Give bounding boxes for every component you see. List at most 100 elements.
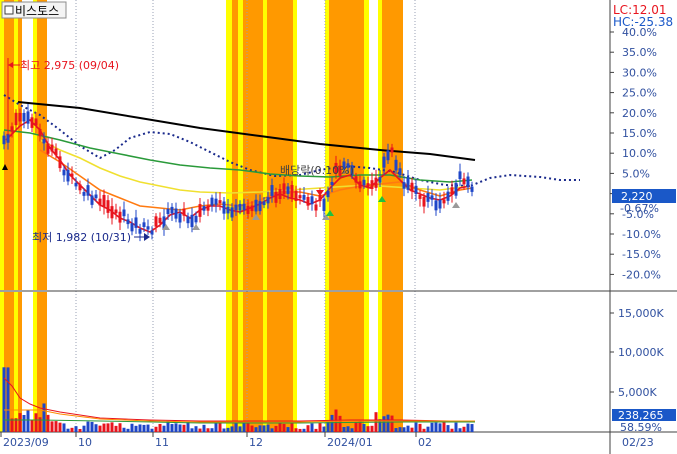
candle-body[interactable] bbox=[290, 185, 294, 198]
candle-body[interactable] bbox=[58, 156, 62, 169]
volume-bar[interactable] bbox=[370, 425, 374, 432]
volume-bar[interactable] bbox=[118, 423, 122, 432]
volume-bar[interactable] bbox=[70, 427, 74, 432]
candle-body[interactable] bbox=[442, 199, 446, 204]
volume-bar[interactable] bbox=[218, 422, 222, 432]
volume-bar[interactable] bbox=[310, 423, 314, 432]
candle-body[interactable] bbox=[218, 200, 222, 204]
candle-body[interactable] bbox=[314, 204, 318, 211]
candle-body[interactable] bbox=[426, 193, 430, 202]
volume-bar[interactable] bbox=[250, 425, 254, 432]
candle-body[interactable] bbox=[54, 148, 58, 156]
candle-body[interactable] bbox=[226, 206, 230, 214]
candle-body[interactable] bbox=[266, 197, 270, 204]
volume-bar[interactable] bbox=[130, 423, 134, 432]
volume-bar[interactable] bbox=[150, 428, 154, 432]
candle-body[interactable] bbox=[230, 207, 234, 218]
candle-body[interactable] bbox=[122, 209, 126, 217]
candle-body[interactable] bbox=[430, 195, 434, 200]
volume-bar[interactable] bbox=[470, 424, 474, 432]
volume-bar[interactable] bbox=[446, 425, 450, 432]
volume-bar[interactable] bbox=[262, 425, 266, 432]
candle-body[interactable] bbox=[294, 190, 298, 201]
candle-body[interactable] bbox=[126, 219, 130, 225]
volume-bar[interactable] bbox=[82, 425, 86, 432]
volume-bar[interactable] bbox=[202, 424, 206, 432]
candle-body[interactable] bbox=[34, 118, 38, 126]
volume-bar[interactable] bbox=[350, 428, 354, 432]
volume-bar[interactable] bbox=[106, 423, 110, 432]
candle-body[interactable] bbox=[274, 191, 278, 203]
candle-body[interactable] bbox=[74, 182, 78, 187]
volume-bar[interactable] bbox=[214, 422, 218, 432]
candle-body[interactable] bbox=[370, 180, 374, 189]
candle-body[interactable] bbox=[190, 214, 194, 228]
candle-body[interactable] bbox=[246, 205, 250, 214]
candle-body[interactable] bbox=[326, 190, 330, 198]
candle-body[interactable] bbox=[402, 182, 406, 189]
candle-body[interactable] bbox=[30, 117, 34, 128]
volume-bar[interactable] bbox=[162, 425, 166, 432]
volume-bar[interactable] bbox=[342, 426, 346, 432]
volume-bar[interactable] bbox=[6, 367, 10, 432]
candle-body[interactable] bbox=[270, 185, 274, 196]
volume-bar[interactable] bbox=[206, 428, 210, 432]
candle-body[interactable] bbox=[166, 208, 170, 215]
volume-bar[interactable] bbox=[182, 424, 186, 432]
volume-bar[interactable] bbox=[94, 424, 98, 432]
candle-body[interactable] bbox=[90, 195, 94, 205]
volume-bar[interactable] bbox=[362, 423, 366, 432]
candle-body[interactable] bbox=[150, 230, 154, 235]
volume-bar[interactable] bbox=[402, 427, 406, 432]
volume-bar[interactable] bbox=[450, 428, 454, 432]
volume-bar[interactable] bbox=[278, 422, 282, 432]
candle-body[interactable] bbox=[454, 182, 458, 196]
candle-body[interactable] bbox=[434, 200, 438, 211]
candle-body[interactable] bbox=[142, 222, 146, 227]
candle-body[interactable] bbox=[154, 216, 158, 227]
candle-body[interactable] bbox=[470, 186, 474, 192]
volume-bar[interactable] bbox=[322, 426, 326, 432]
volume-bar[interactable] bbox=[26, 409, 30, 432]
candle-body[interactable] bbox=[406, 177, 410, 190]
candle-body[interactable] bbox=[46, 143, 50, 154]
candle-body[interactable] bbox=[6, 133, 10, 143]
volume-bar[interactable] bbox=[50, 421, 54, 432]
volume-bar[interactable] bbox=[294, 428, 298, 432]
volume-bar[interactable] bbox=[30, 420, 34, 432]
volume-bar[interactable] bbox=[10, 418, 14, 432]
candle-body[interactable] bbox=[358, 181, 362, 189]
candle-body[interactable] bbox=[38, 128, 42, 137]
volume-bar[interactable] bbox=[42, 403, 46, 432]
volume-bar[interactable] bbox=[86, 421, 90, 432]
candle-body[interactable] bbox=[390, 147, 394, 153]
volume-bar[interactable] bbox=[210, 428, 214, 432]
candle-body[interactable] bbox=[238, 203, 242, 211]
volume-bar[interactable] bbox=[198, 428, 202, 432]
volume-bar[interactable] bbox=[194, 426, 198, 432]
volume-bar[interactable] bbox=[226, 427, 230, 432]
volume-bar[interactable] bbox=[430, 422, 434, 432]
candle-body[interactable] bbox=[258, 201, 262, 212]
volume-bar[interactable] bbox=[282, 423, 286, 432]
volume-bar[interactable] bbox=[390, 415, 394, 432]
candle-body[interactable] bbox=[14, 112, 18, 126]
volume-bar[interactable] bbox=[134, 425, 138, 432]
volume-bar[interactable] bbox=[142, 424, 146, 432]
volume-bar[interactable] bbox=[426, 426, 430, 432]
candle-body[interactable] bbox=[26, 111, 30, 124]
candle-body[interactable] bbox=[282, 183, 286, 195]
volume-bar[interactable] bbox=[110, 422, 114, 432]
volume-bar[interactable] bbox=[58, 422, 62, 432]
volume-bar[interactable] bbox=[386, 414, 390, 432]
volume-bar[interactable] bbox=[158, 423, 162, 432]
volume-bar[interactable] bbox=[154, 426, 158, 432]
volume-bar[interactable] bbox=[54, 421, 58, 432]
volume-bar[interactable] bbox=[18, 413, 22, 432]
volume-bar[interactable] bbox=[90, 421, 94, 432]
candle-body[interactable] bbox=[322, 199, 326, 211]
candle-body[interactable] bbox=[410, 182, 414, 192]
volume-bar[interactable] bbox=[114, 425, 118, 432]
volume-bar[interactable] bbox=[258, 425, 262, 432]
volume-bar[interactable] bbox=[366, 426, 370, 432]
